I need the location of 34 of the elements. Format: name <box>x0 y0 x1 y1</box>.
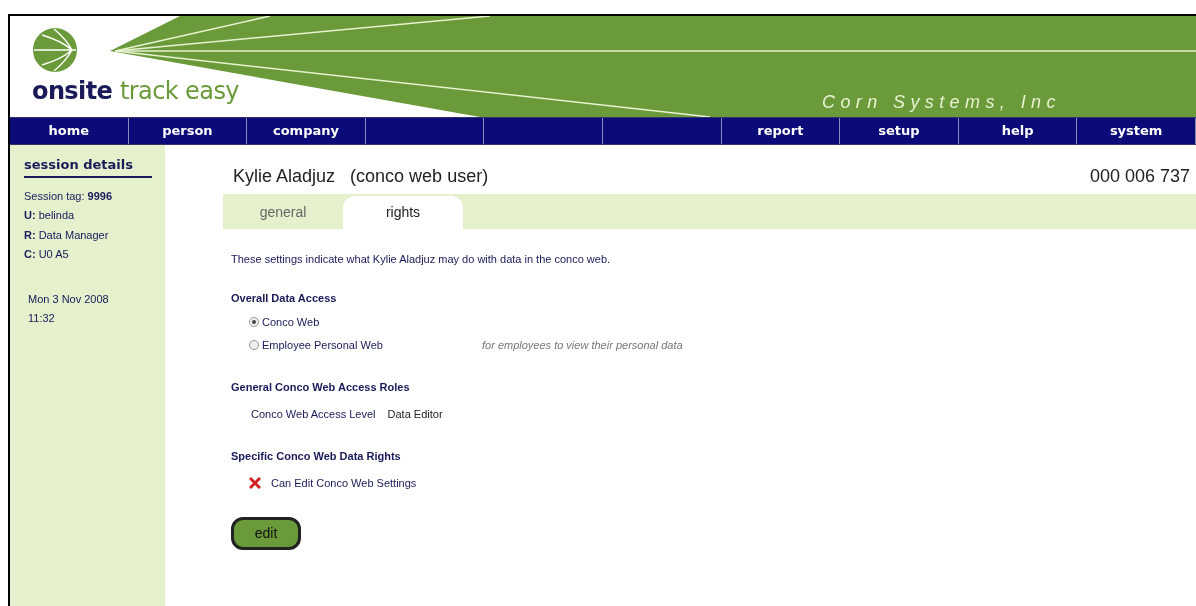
nav-link[interactable]: report <box>721 118 841 144</box>
session-line: R: Data Manager <box>24 227 110 243</box>
section-heading: Overall Data Access <box>231 290 338 306</box>
section-heading: Specific Conco Web Data Rights <box>231 449 402 464</box>
sidebar-title: session details <box>24 155 152 178</box>
session-line: C: U0 A5 <box>24 247 70 262</box>
session-line: Session tag: 9996 <box>24 188 114 204</box>
radio-button[interactable] <box>249 317 259 328</box>
nav-link[interactable]: company <box>247 118 366 144</box>
radio-label: Conco Web <box>262 315 321 330</box>
nav-link[interactable]: home <box>10 118 129 144</box>
edit-button[interactable]: edit <box>231 517 301 550</box>
session-time: 11:32 <box>27 311 56 326</box>
tab[interactable]: rights <box>343 196 463 229</box>
nav-link[interactable]: setup <box>840 118 959 144</box>
role-value: Data Editor <box>387 406 443 422</box>
brand-name: onsite track easy <box>32 79 239 103</box>
tab[interactable]: general <box>223 196 343 229</box>
option-note: for employees to view their personal data <box>482 337 683 353</box>
logo-icon <box>32 27 78 73</box>
person-number: 000 006 737 <box>1089 165 1190 188</box>
nav-link[interactable]: help <box>958 118 1078 144</box>
section-heading: General Conco Web Access Roles <box>231 380 411 395</box>
person-name: Kylie Aladjuz (conco web user) <box>233 165 489 188</box>
session-line: U: belinda <box>24 208 76 223</box>
session-date: Mon 3 Nov 2008 <box>27 291 110 307</box>
company-name: Corn Systems, Inc <box>822 91 1061 114</box>
right-label: Can Edit Conco Web Settings <box>271 475 417 491</box>
nav-link[interactable]: system <box>1077 118 1196 144</box>
intro-text: These settings indicate what Kylie Aladjuz may do with data in the conco web. <box>231 252 612 267</box>
nav-link[interactable]: person <box>128 118 248 144</box>
role-label: Conco Web Access Level <box>251 406 376 422</box>
radio-button[interactable] <box>249 339 259 350</box>
radio-label: Employee Personal Web <box>262 337 384 353</box>
